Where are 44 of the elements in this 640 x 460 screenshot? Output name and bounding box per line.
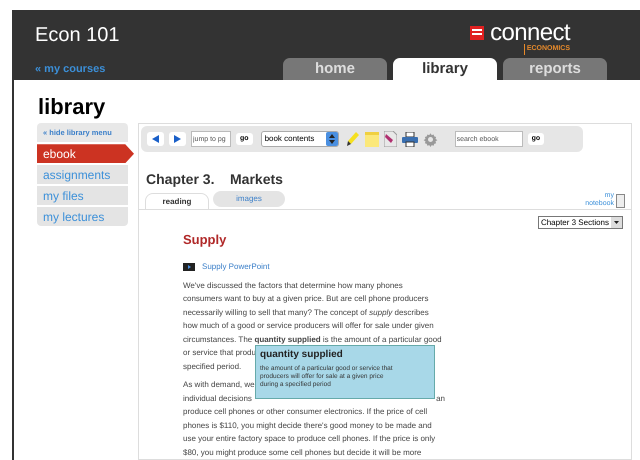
book-contents-dropdown[interactable]: book contents <box>260 131 339 147</box>
next-page-button[interactable] <box>169 132 186 146</box>
chapter-tab[interactable]: reading <box>145 193 209 209</box>
page-title: library <box>37 93 106 121</box>
sidebar-item[interactable]: ebook <box>37 144 134 164</box>
chapter-title: Chapter 3. Markets <box>145 170 284 189</box>
course-title: Econ 101 <box>35 23 120 48</box>
paragraph-text: how much of a good or service producers will offer for sale under given <box>183 320 434 332</box>
nav-tab[interactable]: library <box>393 58 497 80</box>
paragraph-text: individual decisions <box>183 392 252 404</box>
notebook-icon[interactable] <box>616 194 625 208</box>
paragraph-text: an <box>436 392 445 404</box>
highlighter-icon[interactable] <box>346 131 360 147</box>
powerpoint-link[interactable]: Supply PowerPoint <box>202 260 270 272</box>
sidebar-item[interactable]: my files <box>37 186 128 206</box>
nav-tab[interactable]: reports <box>503 58 607 80</box>
paragraph-text: consumers want to buy at a given price. But are cell phone producers <box>183 293 428 305</box>
paragraph-text: necessarily willing to sell that many? The concept of supply describes <box>183 306 429 319</box>
right-arrow-icon <box>174 135 181 143</box>
my-courses-link[interactable]: « my courses <box>35 61 120 78</box>
paragraph-text: $80, you might produce some cell phones but decide it will be more <box>183 446 422 459</box>
sidebar-item[interactable]: my lectures <box>37 207 128 226</box>
brand-name: connect <box>490 22 570 44</box>
paragraph-text: circumstances. The quantity supplied is the amount of a particular good <box>183 334 442 346</box>
chapter-tab[interactable]: images <box>213 191 285 207</box>
paragraph-text: As with demand, we <box>183 379 255 391</box>
bookmark-page-icon[interactable] <box>384 131 397 147</box>
left-arrow-icon <box>152 135 159 143</box>
previous-page-button[interactable] <box>147 132 164 146</box>
paragraph-text: produce cell phones or other consumer electronics. If the price of cell <box>183 406 428 418</box>
paragraph-text: specified period. <box>183 360 242 373</box>
nav-tab[interactable]: home <box>283 58 387 80</box>
sidebar-item[interactable]: assignments <box>37 165 128 184</box>
video-icon <box>183 262 195 270</box>
paragraph-text: use your entire factory space to produce cell phones. If the price is only <box>183 433 436 445</box>
paragraph-text: We've discussed the factors that determine how many phones <box>183 280 403 292</box>
tooltip-term: quantity supplied <box>260 348 344 362</box>
section-heading: Supply <box>183 231 228 249</box>
dropdown-arrows-icon <box>326 132 338 146</box>
sections-dropdown[interactable]: Chapter 3 Sections <box>538 216 623 229</box>
paragraph-text: phones is $110, you might decide there's good money to be made and <box>183 420 432 432</box>
caret-icon <box>611 217 622 228</box>
printer-icon[interactable] <box>402 132 418 146</box>
logo-icon <box>470 26 484 40</box>
